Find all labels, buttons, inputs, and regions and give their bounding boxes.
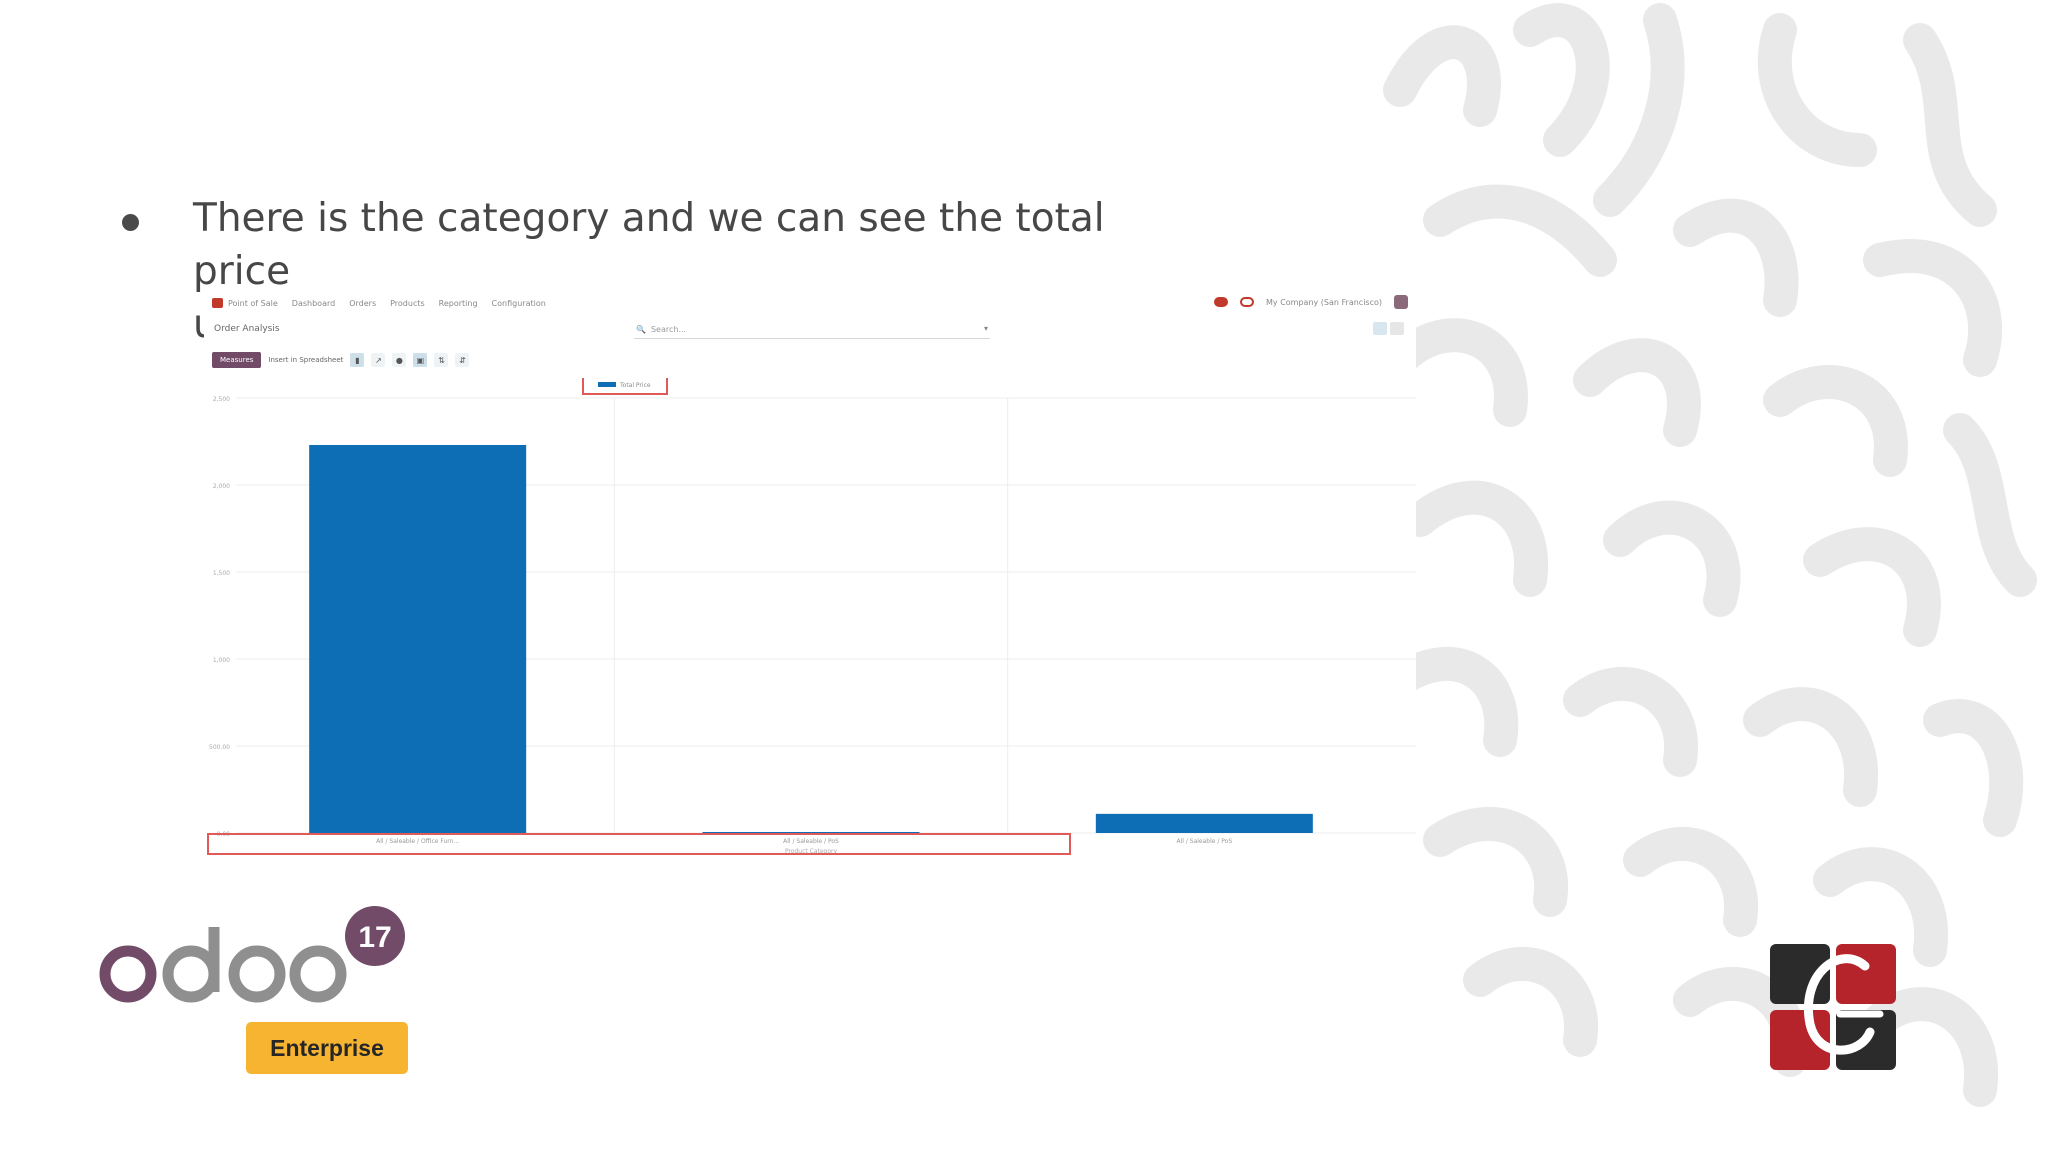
graph-view-button[interactable] (1373, 322, 1387, 335)
menu-item-orders[interactable]: Orders (349, 299, 376, 308)
y-tick-label: 2,000 (213, 483, 230, 490)
measures-button[interactable]: Measures (212, 352, 262, 368)
bar (1095, 813, 1313, 833)
graph-toolbar: Measures Insert in Spreadsheet ▮ ↗ ● ▣ ⇅… (212, 350, 470, 370)
bullet-dot (122, 214, 139, 231)
odoo-logo: 17 (99, 906, 405, 1003)
view-switcher (1373, 322, 1404, 335)
y-tick-label: 1,500 (213, 570, 230, 577)
chevron-down-icon[interactable]: ▾ (984, 324, 988, 333)
activity-icon[interactable] (1240, 297, 1255, 307)
y-tick-label: 500.00 (209, 744, 230, 751)
chart-svg: 0.00500.001,0001,5002,0002,500All / Sale… (207, 378, 1416, 855)
search-input[interactable]: 🔍 Search... ▾ (634, 320, 990, 339)
x-axis-highlight-box (207, 833, 1071, 855)
sort-ascending-icon[interactable]: ⇵ (455, 353, 470, 367)
legend-label: Total Price (619, 382, 651, 389)
company-logo (1770, 944, 1896, 1070)
y-tick-label: 2,500 (213, 396, 230, 403)
bar (309, 444, 527, 833)
stacked-icon[interactable]: ▣ (413, 353, 428, 367)
bar (702, 832, 920, 833)
y-tick-label: 1,000 (213, 657, 230, 664)
version-badge: 17 (358, 921, 391, 954)
top-navbar: Point of Sale Dashboard Orders Products … (204, 290, 1416, 316)
breadcrumb: Order Analysis (214, 324, 280, 334)
messaging-icon[interactable] (1214, 297, 1229, 307)
x-tick-label: All / Saleable / PoS (1176, 838, 1232, 845)
pivot-view-button[interactable] (1390, 322, 1404, 335)
company-switcher[interactable]: My Company (San Francisco) (1266, 298, 1382, 307)
search-placeholder: Search... (650, 324, 687, 334)
menu-item-products[interactable]: Products (390, 299, 425, 308)
pie-chart-icon[interactable]: ● (392, 353, 407, 367)
menu-item-dashboard[interactable]: Dashboard (292, 299, 335, 308)
pos-app-icon[interactable] (212, 298, 223, 308)
insert-spreadsheet-button[interactable]: Insert in Spreadsheet (268, 356, 343, 364)
line-chart-icon[interactable]: ↗ (371, 353, 386, 367)
sort-descending-icon[interactable]: ⇅ (434, 353, 449, 367)
x-tick-label: All / Saleable / PoS (783, 838, 839, 845)
bar-chart-icon[interactable]: ▮ (350, 353, 365, 367)
bar-chart: 0.00 500.00 1,000 1,500 2,000 2,500 All / Sale… (204, 378, 1416, 868)
decorative-pattern (1383, 3, 2037, 1107)
avatar[interactable] (1394, 295, 1408, 309)
menu-item-reporting[interactable]: Reporting (439, 299, 478, 308)
odoo-screenshot: Point of Sale Dashboard Orders Products … (204, 290, 1416, 868)
legend-swatch (598, 382, 616, 387)
menu-item-configuration[interactable]: Configuration (492, 299, 546, 308)
x-tick-label: All / Saleable / Office Furn... (376, 838, 459, 845)
menu-item-point-of-sale[interactable]: Point of Sale (228, 299, 278, 308)
control-panel: Order Analysis 🔍 Search... ▾ (204, 316, 1416, 346)
search-icon: 🔍 (636, 324, 646, 334)
edition-badge: Enterprise (246, 1022, 408, 1074)
